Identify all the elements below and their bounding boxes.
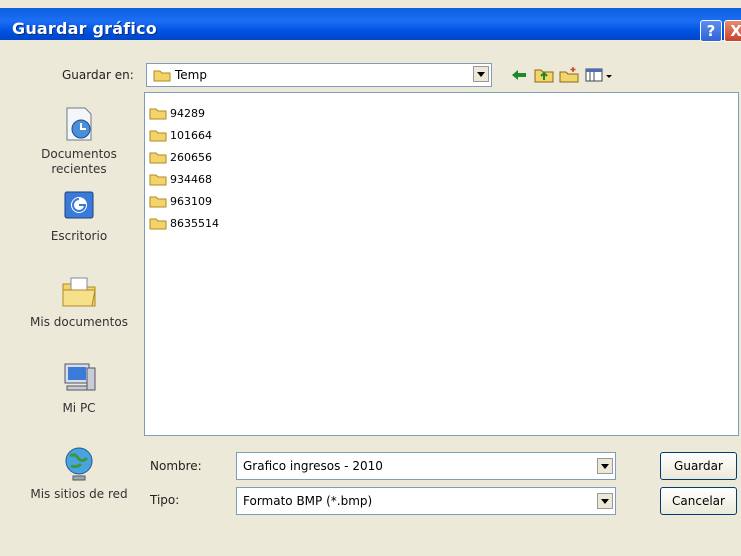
filetype-value: Formato BMP (*.bmp) [243, 494, 373, 508]
up-folder-icon [534, 69, 554, 83]
folder-icon [149, 218, 167, 229]
new-folder-button[interactable] [558, 64, 580, 86]
location-value: Temp [175, 68, 207, 82]
help-icon: ? [706, 22, 716, 40]
network-places-icon [65, 447, 93, 481]
folder-icon [149, 108, 167, 119]
my-computer-icon [64, 363, 96, 391]
list-item[interactable]: 963109 [149, 190, 212, 212]
list-item[interactable]: 934468 [149, 168, 212, 190]
file-name: 260656 [170, 150, 212, 164]
place-my-documents[interactable]: Mis documentos [20, 272, 138, 330]
place-desktop[interactable]: Escritorio [20, 186, 138, 244]
folder-icon [153, 70, 171, 82]
back-icon [512, 70, 526, 80]
list-item[interactable]: 8635514 [149, 212, 219, 234]
file-name: 8635514 [170, 216, 219, 230]
folder-icon [149, 152, 167, 163]
view-menu-button[interactable] [584, 64, 614, 86]
up-folder-button[interactable] [533, 64, 555, 86]
window-title: Guardar gráfico [12, 19, 157, 38]
view-menu-icon [585, 68, 612, 82]
file-name: 101664 [170, 128, 212, 142]
recent-documents-icon [66, 107, 92, 141]
list-item[interactable]: 101664 [149, 124, 212, 146]
desktop-icon [64, 191, 94, 219]
folder-icon [149, 130, 167, 141]
filename-combo[interactable]: Grafico ingresos - 2010 [236, 452, 616, 480]
file-list[interactable]: 94289 101664 260656 934468 963109 863551… [144, 92, 739, 436]
place-label: Escritorio [50, 229, 108, 243]
save-button[interactable]: Guardar [660, 452, 737, 480]
folder-icon [149, 196, 167, 207]
place-recent-documents[interactable]: Documentos recientes [20, 104, 138, 177]
cancel-button[interactable]: Cancelar [660, 487, 737, 515]
title-bar[interactable]: Guardar gráfico ? X [0, 0, 741, 42]
filetype-select[interactable]: Formato BMP (*.bmp) [236, 487, 616, 515]
filetype-label: Tipo: [150, 493, 180, 507]
location-label: Guardar en: [62, 68, 134, 82]
place-network[interactable]: Mis sitios de red [20, 444, 138, 502]
back-button[interactable] [508, 64, 530, 86]
file-name: 934468 [170, 172, 212, 186]
filename-label: Nombre: [150, 459, 202, 473]
filetype-dropdown-arrow[interactable] [597, 493, 613, 509]
place-label: Documentos recientes [41, 147, 117, 176]
filename-input[interactable]: Grafico ingresos - 2010 [243, 459, 383, 473]
list-item[interactable]: 94289 [149, 102, 205, 124]
file-name: 94289 [170, 106, 205, 120]
my-documents-icon [62, 277, 96, 307]
close-icon: X [730, 22, 741, 40]
file-name: 963109 [170, 194, 212, 208]
close-button[interactable]: X [724, 20, 741, 42]
location-dropdown-arrow[interactable] [473, 66, 489, 82]
folder-icon [149, 174, 167, 185]
location-combo[interactable]: Temp [146, 63, 492, 87]
place-label: Mis documentos [30, 315, 128, 329]
list-item[interactable]: 260656 [149, 146, 212, 168]
place-label: Mi PC [62, 401, 96, 415]
new-folder-icon [559, 67, 579, 83]
places-bar: Documentos recientes Escritorio Mis docu… [20, 92, 138, 522]
filename-dropdown-arrow[interactable] [597, 458, 613, 474]
place-label: Mis sitios de red [30, 487, 128, 501]
place-my-computer[interactable]: Mi PC [20, 358, 138, 416]
help-button[interactable]: ? [700, 20, 722, 42]
